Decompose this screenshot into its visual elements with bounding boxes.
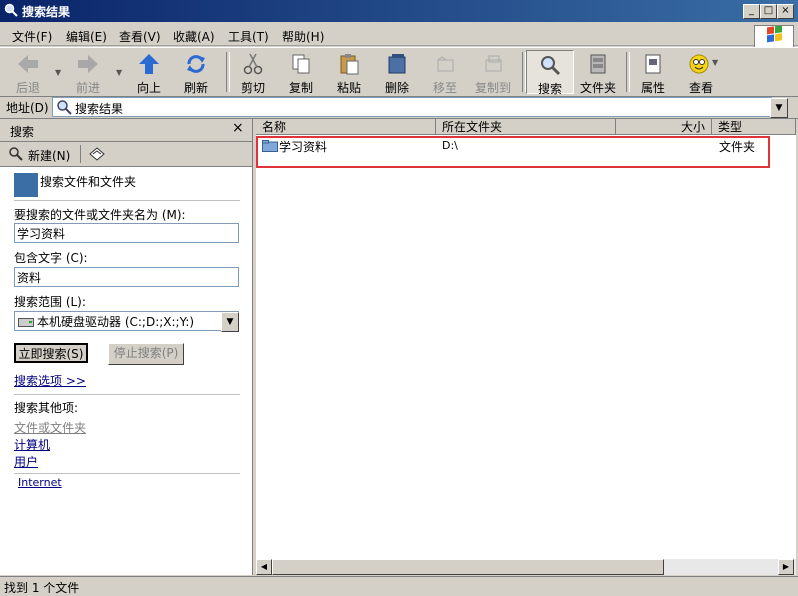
- other-files-link[interactable]: 文件或文件夹: [14, 419, 86, 436]
- search-icon: [4, 3, 18, 17]
- toolbar: 后退 ▼ 前进 ▼ 向上 刷新 剪切 复制 粘贴 删除 移至 复制到 搜索 文件…: [0, 47, 798, 97]
- menu-favorites[interactable]: 收藏(A): [173, 28, 215, 45]
- paste-icon: [340, 54, 359, 75]
- scroll-thumb[interactable]: [272, 559, 664, 575]
- hard-drive-icon: [18, 318, 34, 327]
- results-list: 名称 所在文件夹 大小 类型 学习资料 D:\ 文件夹: [256, 119, 796, 575]
- new-search-button[interactable]: 新建(N): [28, 147, 70, 164]
- scope-label: 搜索范围 (L):: [14, 295, 86, 309]
- maximize-button[interactable]: □: [760, 4, 777, 19]
- forward-arrow-icon: [78, 55, 98, 73]
- close-button[interactable]: ×: [777, 4, 794, 19]
- text-label: 包含文字 (C):: [14, 251, 88, 265]
- name-label: 要搜索的文件或文件夹名为 (M):: [14, 208, 186, 222]
- column-header-folder[interactable]: 所在文件夹: [436, 119, 616, 135]
- copy-to-button[interactable]: 复制到: [469, 50, 517, 95]
- divider: [80, 145, 81, 163]
- scroll-right-button[interactable]: ▶: [778, 559, 794, 575]
- search-pane-header: 搜索 ×: [0, 119, 252, 142]
- minimize-button[interactable]: _: [743, 4, 760, 19]
- scope-dropdown-button[interactable]: ▼: [221, 312, 239, 332]
- address-dropdown-button[interactable]: ▼: [770, 98, 788, 118]
- search-icon: [57, 100, 72, 115]
- search-pane-toolbar: 新建(N): [0, 142, 252, 167]
- scope-select[interactable]: 本机硬盘驱动器 (C:;D:;X:;Y:) ▼: [14, 311, 239, 332]
- view-smiley-icon: [689, 54, 709, 74]
- column-header-type[interactable]: 类型: [712, 119, 796, 135]
- scroll-left-button[interactable]: ◀: [256, 559, 272, 575]
- column-header-size[interactable]: 大小: [616, 119, 712, 135]
- name-input[interactable]: 学习资料: [14, 223, 239, 243]
- properties-icon: [645, 54, 661, 74]
- copy-icon: [292, 54, 310, 74]
- search-options-link[interactable]: 搜索选项 >>: [14, 372, 86, 389]
- windows-logo: [754, 25, 794, 48]
- divider: [14, 394, 240, 395]
- other-search-label: 搜索其他项:: [14, 401, 79, 415]
- up-arrow-icon: [139, 54, 159, 74]
- delete-icon: [388, 54, 406, 74]
- book-icon[interactable]: [88, 146, 106, 162]
- scope-value: 本机硬盘驱动器 (C:;D:;X:;Y:): [37, 315, 195, 329]
- menu-view[interactable]: 查看(V): [119, 28, 161, 45]
- paste-button[interactable]: 粘贴: [325, 50, 373, 95]
- address-input[interactable]: 搜索结果: [52, 97, 772, 117]
- column-header-name[interactable]: 名称: [256, 119, 436, 135]
- menu-tools[interactable]: 工具(T): [228, 28, 269, 45]
- menu-bar: 文件(F) 编辑(E) 查看(V) 收藏(A) 工具(T) 帮助(H): [0, 23, 798, 46]
- back-dropdown-icon[interactable]: ▼: [55, 68, 61, 77]
- status-text: 找到 1 个文件: [4, 581, 80, 595]
- properties-button[interactable]: 属性: [629, 50, 677, 95]
- menu-edit[interactable]: 编辑(E): [66, 28, 107, 45]
- divider: [14, 200, 240, 201]
- highlight-box: [256, 136, 770, 168]
- status-bar: 找到 1 个文件: [0, 576, 798, 596]
- folders-icon: [590, 54, 606, 74]
- forward-dropdown-icon[interactable]: ▼: [116, 68, 122, 77]
- stop-search-button[interactable]: 停止搜索(P): [108, 343, 184, 365]
- copy-button[interactable]: 复制: [277, 50, 325, 95]
- search-heading: 搜索文件和文件夹: [40, 175, 137, 189]
- view-dropdown-icon[interactable]: ▼: [712, 58, 718, 67]
- users-link[interactable]: 用户: [14, 453, 38, 470]
- windows-flag-icon: [767, 25, 782, 43]
- address-value: 搜索结果: [75, 102, 124, 116]
- search-icon: [541, 56, 561, 76]
- refresh-icon: [187, 55, 205, 73]
- back-button[interactable]: 后退: [4, 50, 52, 95]
- title-bar: 搜索结果 _ □ ×: [0, 0, 798, 22]
- address-label: 地址(D): [6, 101, 49, 115]
- move-to-icon: [437, 56, 454, 72]
- divider: [14, 473, 240, 474]
- refresh-button[interactable]: 刷新: [172, 50, 220, 95]
- up-button[interactable]: 向上: [125, 50, 173, 95]
- menu-file[interactable]: 文件(F): [12, 28, 52, 45]
- internet-link[interactable]: Internet: [18, 476, 62, 489]
- delete-button[interactable]: 删除: [373, 50, 421, 95]
- text-input[interactable]: 资料: [14, 267, 239, 287]
- search-now-button[interactable]: 立即搜索(S): [14, 343, 88, 363]
- menu-help[interactable]: 帮助(H): [282, 28, 324, 45]
- folders-button[interactable]: 文件夹: [574, 50, 622, 95]
- new-search-icon: [9, 147, 23, 161]
- computer-link[interactable]: 计算机: [14, 436, 50, 453]
- address-bar: 地址(D) 搜索结果: [0, 96, 798, 119]
- move-to-button[interactable]: 移至: [421, 50, 469, 95]
- window-title: 搜索结果: [22, 5, 71, 19]
- close-icon[interactable]: ×: [232, 120, 244, 136]
- scissors-icon: [243, 53, 263, 75]
- view-button[interactable]: 查看: [677, 50, 725, 95]
- cut-button[interactable]: 剪切: [229, 50, 277, 95]
- copy-to-icon: [485, 55, 502, 72]
- search-files-icon: [14, 173, 38, 197]
- forward-button[interactable]: 前进: [64, 50, 112, 95]
- back-arrow-icon: [18, 55, 38, 73]
- horizontal-scrollbar[interactable]: ◀ ▶: [256, 559, 796, 575]
- search-pane: 搜索 × 新建(N) 搜索文件和文件夹 要搜索的文件或文件夹名为 (M): 学习…: [0, 119, 253, 575]
- search-button[interactable]: 搜索: [526, 50, 574, 96]
- search-pane-title: 搜索: [10, 125, 35, 139]
